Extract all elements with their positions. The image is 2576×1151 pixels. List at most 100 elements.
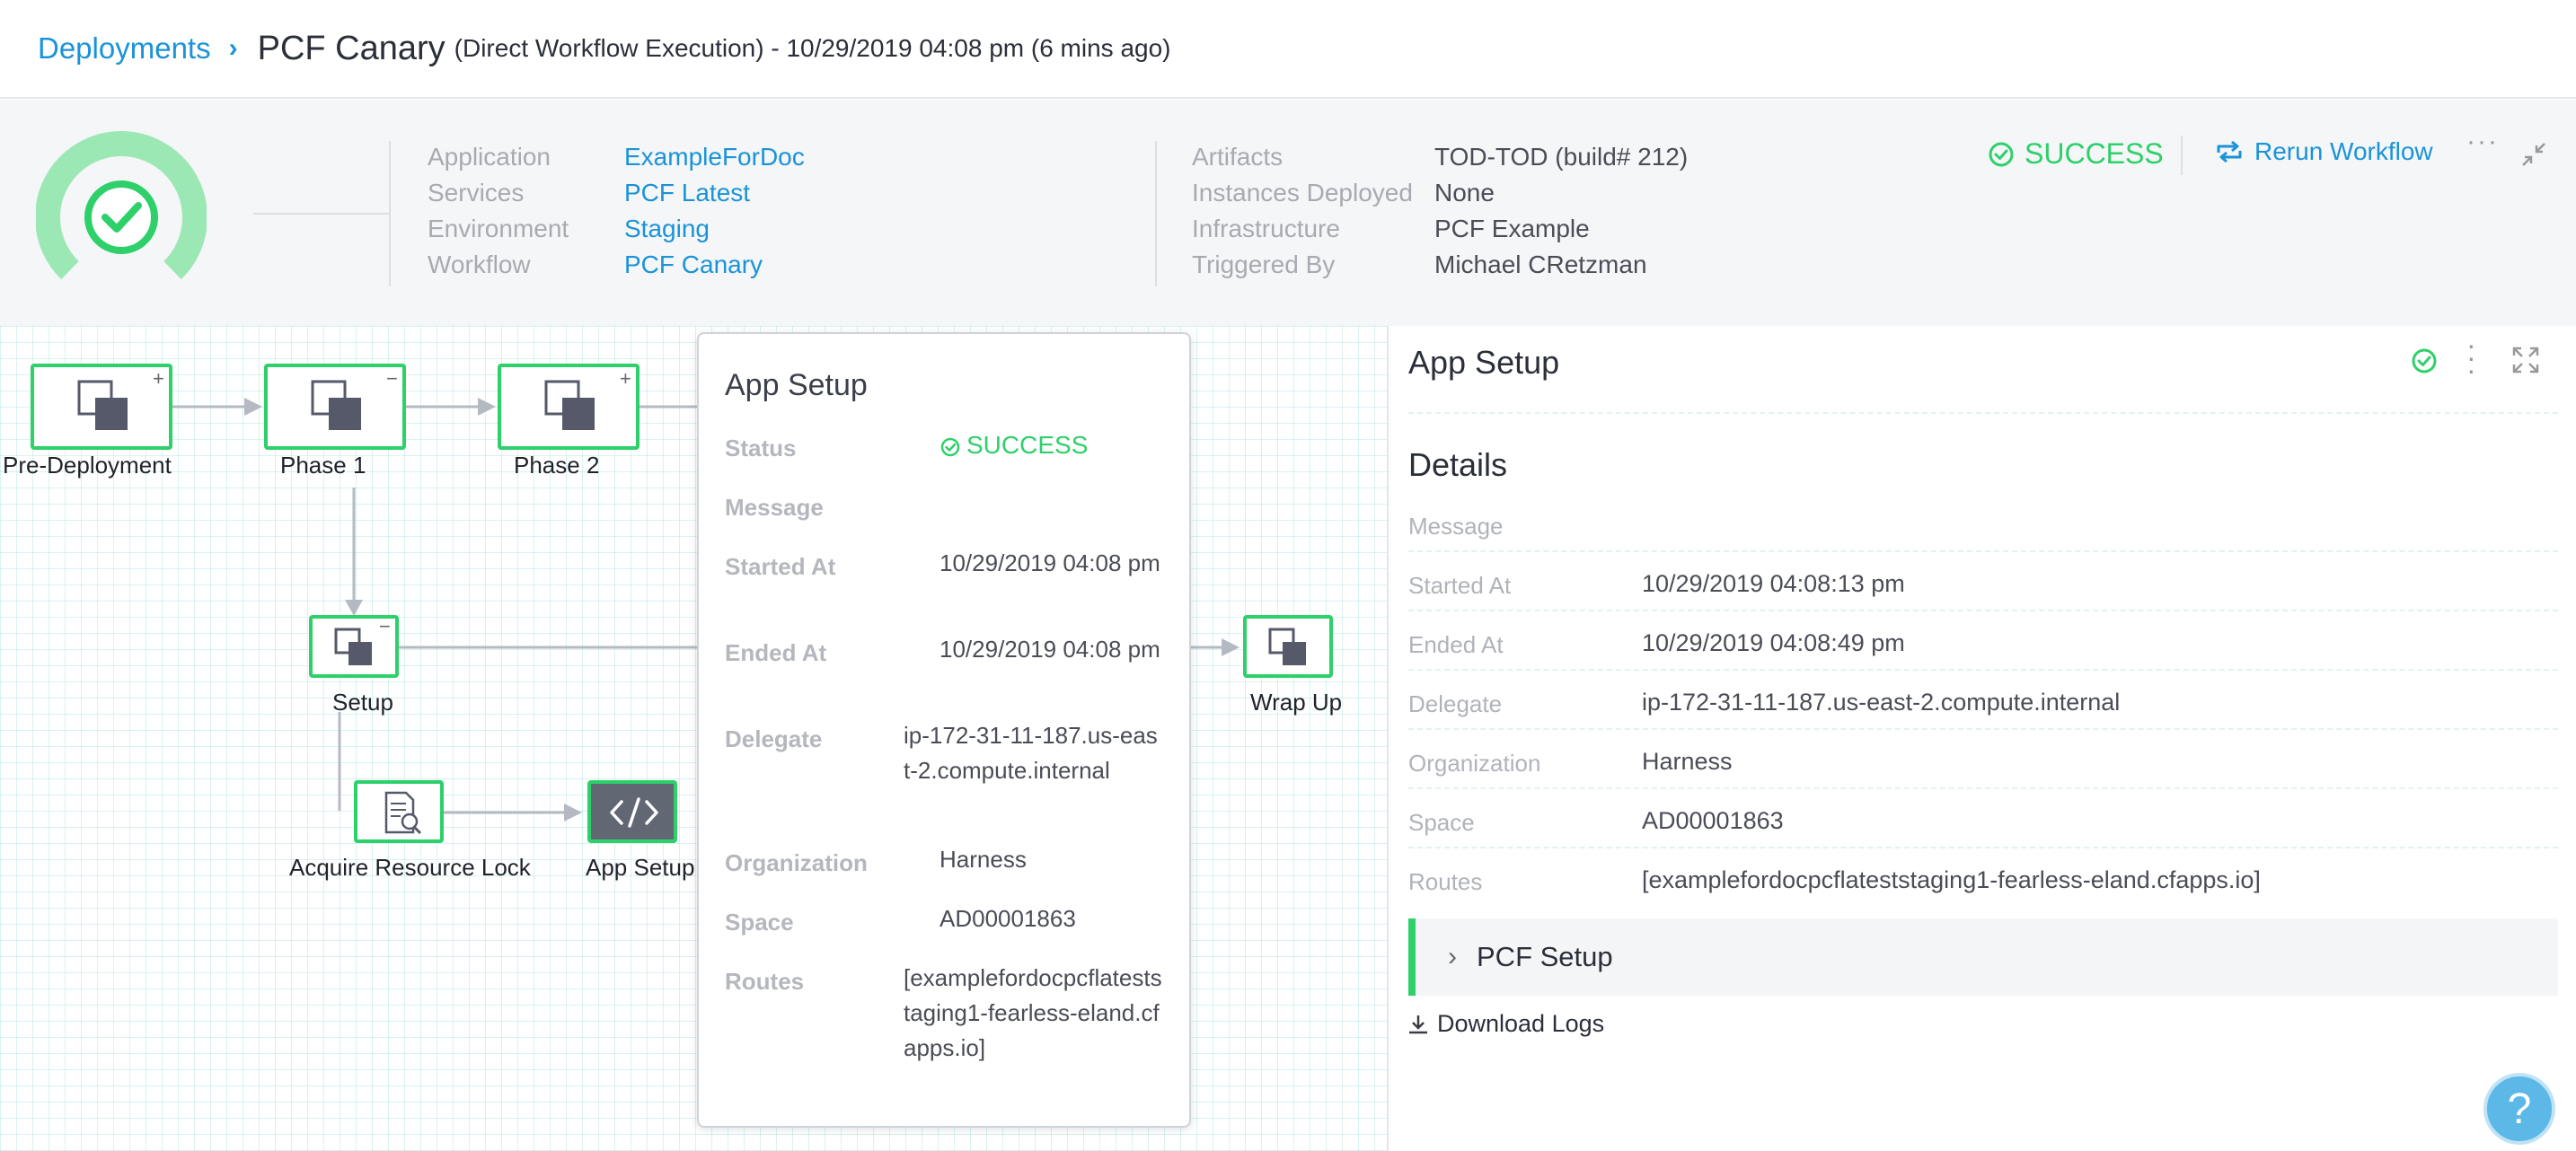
gauge-connector (253, 213, 390, 215)
collapse-phase-icon[interactable]: − (379, 615, 391, 638)
started-at-value: 10/29/2019 04:08:13 pm (1642, 570, 1905, 597)
chevron-right-icon: › (1448, 942, 1457, 971)
ended-at-label: Ended At (1408, 631, 1504, 658)
phase-icon (544, 380, 595, 430)
triggered-by-label: Triggered By (1192, 250, 1336, 278)
popover-status-value: SUCCESS (966, 431, 1089, 459)
triggered-by-value: Michael CRetzman (1434, 250, 1647, 278)
summary-divider (1155, 141, 1157, 286)
acquire-resource-lock-label: Acquire Resource Lock (289, 854, 531, 881)
delegate-value: ip-172-31-11-187.us-east-2.compute.inter… (1642, 689, 2121, 716)
application-label: Application (428, 143, 551, 171)
phase-2-node[interactable]: + (498, 364, 640, 450)
wrap-up-label: Wrap Up (1250, 689, 1343, 716)
artifacts-label: Artifacts (1192, 143, 1284, 171)
popover-space-value: AD00001863 (940, 905, 1076, 932)
divider (1408, 787, 2558, 789)
routes-label: Routes (1408, 868, 1483, 895)
popover-delegate-label: Delegate (725, 725, 823, 752)
setup-node[interactable]: − (309, 615, 399, 678)
page-title: PCF Canary (257, 29, 446, 67)
success-check-icon (2412, 348, 2437, 373)
phase-icon (77, 380, 128, 430)
expand-icon[interactable]: + (620, 367, 631, 391)
workflow-label: Workflow (428, 250, 531, 278)
pre-deployment-node[interactable]: + (31, 364, 172, 450)
divider (1408, 550, 2558, 552)
help-icon: ? (2507, 1085, 2532, 1133)
collapse-icon[interactable] (2520, 141, 2547, 168)
page-subtitle: (Direct Workflow Execution) - 10/29/2019… (454, 34, 1171, 62)
summary-divider (389, 141, 391, 286)
infrastructure-value: PCF Example (1434, 215, 1590, 242)
breadcrumb-deployments-link[interactable]: Deployments (38, 31, 211, 66)
status-badge: SUCCESS (2025, 137, 2164, 170)
workflow-link[interactable]: PCF Canary (624, 250, 763, 279)
organization-value: Harness (1642, 748, 1733, 775)
phase-icon (1268, 628, 1306, 665)
popover-space-label: Space (725, 909, 794, 936)
download-logs-button[interactable]: Download Logs (1407, 1010, 1604, 1038)
artifacts-value: TOD-TOD (build# 212) (1434, 143, 1689, 171)
phase-1-label: Phase 1 (280, 452, 366, 479)
step-details-panel: App Setup · · · Details Message Started At… (1387, 326, 2576, 1151)
popover-message-label: Message (725, 494, 824, 521)
application-link[interactable]: ExampleForDoc (624, 143, 805, 171)
pcf-setup-accordion-label: PCF Setup (1477, 941, 1613, 972)
popover-started-label: Started At (725, 553, 836, 580)
popover-ended-label: Ended At (725, 639, 827, 666)
step-details-popover: App Setup Status SUCCESS Message Started… (697, 332, 1191, 1128)
app-setup-label: App Setup (586, 854, 695, 881)
rerun-workflow-button[interactable]: Rerun Workflow (2215, 137, 2433, 166)
phase-2-label: Phase 2 (514, 452, 600, 479)
organization-label: Organization (1408, 750, 1541, 777)
pcf-setup-accordion[interactable]: › PCF Setup (1408, 918, 2558, 996)
phase-icon (334, 628, 372, 665)
rerun-icon (2217, 140, 2242, 163)
divider (1408, 847, 2558, 848)
delegate-label: Delegate (1408, 690, 1503, 717)
phase-1-node[interactable]: − (264, 364, 406, 450)
instances-value: None (1434, 179, 1495, 206)
more-options-icon[interactable]: ··· (2466, 127, 2499, 157)
routes-value: [examplefordocpcflateststaging1-fearless… (1642, 866, 2261, 893)
expand-panel-icon[interactable] (2511, 346, 2540, 374)
services-link[interactable]: PCF Latest (624, 179, 750, 207)
download-icon (1409, 1015, 1427, 1033)
popover-title: App Setup (725, 368, 868, 402)
popover-started-value: 10/29/2019 04:08 pm (940, 549, 1160, 576)
ended-at-value: 10/29/2019 04:08:49 pm (1642, 629, 1905, 656)
started-at-label: Started At (1408, 572, 1512, 599)
status-gauge-icon (36, 131, 207, 280)
phase-icon (311, 380, 361, 430)
popover-routes-value: [examplefordocpcflateststaging1-fearless… (904, 964, 1162, 1061)
execution-summary: Application ExampleForDoc Services PCF L… (0, 100, 2576, 326)
space-value: AD00001863 (1642, 807, 1784, 834)
message-label: Message (1408, 513, 1504, 540)
instances-label: Instances Deployed (1192, 179, 1413, 206)
expand-icon[interactable]: + (153, 367, 164, 391)
popover-organization-label: Organization (725, 849, 868, 876)
space-label: Space (1408, 809, 1475, 836)
divider (1408, 669, 2558, 671)
action-divider (2181, 136, 2183, 175)
success-check-icon (940, 437, 960, 457)
acquire-resource-lock-node[interactable] (354, 780, 444, 843)
popover-routes-label: Routes (725, 968, 805, 995)
details-title: App Setup (1408, 344, 1560, 381)
pre-deployment-label: Pre-Deployment (3, 452, 172, 479)
collapse-phase-icon[interactable]: − (386, 367, 398, 391)
popover-delegate-value: ip-172-31-11-187.us-east-2.compute.inter… (904, 722, 1158, 784)
details-section-title: Details (1408, 446, 1508, 483)
environment-link[interactable]: Staging (624, 215, 710, 243)
app-setup-node[interactable] (587, 780, 677, 843)
divider (1408, 610, 2558, 611)
help-button[interactable]: ? (2483, 1073, 2555, 1145)
wrap-up-node[interactable] (1243, 615, 1333, 678)
services-label: Services (428, 179, 525, 206)
divider (1408, 728, 2558, 730)
breadcrumb-chevron-icon: › (228, 33, 238, 63)
popover-ended-value: 10/29/2019 04:08 pm (940, 636, 1160, 663)
kebab-menu-icon[interactable]: · · · (2466, 330, 2476, 384)
download-logs-label: Download Logs (1437, 1010, 1605, 1037)
